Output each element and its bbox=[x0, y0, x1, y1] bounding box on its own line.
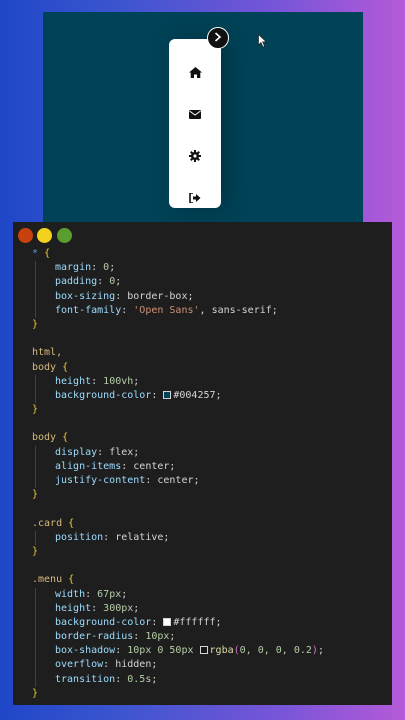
menu-item-logout[interactable] bbox=[169, 186, 221, 210]
sign-out-icon bbox=[189, 193, 201, 203]
code-line: } bbox=[32, 687, 39, 699]
mouse-cursor-icon bbox=[258, 33, 268, 53]
code-line: html, bbox=[32, 347, 63, 359]
code-line: background-color: #004257; bbox=[13, 388, 392, 404]
code-line: } bbox=[32, 318, 39, 330]
code-line: body { bbox=[32, 432, 69, 444]
menu-item-mail[interactable] bbox=[169, 102, 221, 126]
chevron-right-icon bbox=[214, 29, 222, 47]
code-line: margin: 0; bbox=[13, 261, 392, 276]
code-line: font-family: 'Open Sans', sans-serif; bbox=[13, 303, 392, 318]
code-line: box-shadow: 10px 0 50px rgba(0, 0, 0, 0.… bbox=[13, 644, 392, 659]
gear-icon bbox=[189, 150, 201, 162]
code-line: * { bbox=[32, 248, 51, 259]
code-line: width: 67px; bbox=[13, 587, 392, 602]
code-line: transition: 0.5s; bbox=[13, 672, 392, 687]
code-line: display: flex; bbox=[13, 445, 392, 460]
color-swatch[interactable] bbox=[163, 617, 172, 626]
code-line: background-color: #ffffff; bbox=[13, 615, 392, 631]
home-icon bbox=[188, 66, 202, 78]
code-line: } bbox=[32, 545, 39, 557]
menu-item-home[interactable] bbox=[169, 60, 221, 84]
code-line: } bbox=[32, 404, 39, 416]
color-swatch[interactable] bbox=[163, 390, 172, 399]
minimize-window-button[interactable] bbox=[37, 228, 52, 243]
code-body: * { margin: 0; padding: 0; box-sizing: b… bbox=[13, 247, 392, 701]
code-line: .menu { bbox=[32, 574, 75, 586]
code-line: .card { bbox=[32, 517, 75, 529]
code-line: height: 100vh; bbox=[13, 374, 392, 389]
code-line: position: relative; bbox=[13, 530, 392, 545]
menu-item-settings[interactable] bbox=[169, 144, 221, 168]
code-line: height: 300px; bbox=[13, 601, 392, 616]
menu-toggle-button[interactable] bbox=[207, 27, 229, 49]
code-line: padding: 0; bbox=[13, 275, 392, 290]
code-line: border-radius: 10px; bbox=[13, 630, 392, 645]
preview-area bbox=[43, 12, 363, 224]
code-line: align-items: center; bbox=[13, 459, 392, 474]
code-editor: * { margin: 0; padding: 0; box-sizing: b… bbox=[13, 222, 392, 705]
envelope-icon bbox=[189, 109, 201, 119]
maximize-window-button[interactable] bbox=[57, 228, 72, 243]
code-line: body { bbox=[32, 361, 69, 373]
side-menu bbox=[169, 39, 221, 208]
code-line: box-sizing: border-box; bbox=[13, 289, 392, 304]
color-swatch[interactable] bbox=[199, 646, 208, 655]
code-line: overflow: hidden; bbox=[13, 658, 392, 673]
code-line: } bbox=[32, 489, 39, 501]
close-window-button[interactable] bbox=[18, 228, 33, 243]
code-line: justify-content: center; bbox=[13, 474, 392, 489]
